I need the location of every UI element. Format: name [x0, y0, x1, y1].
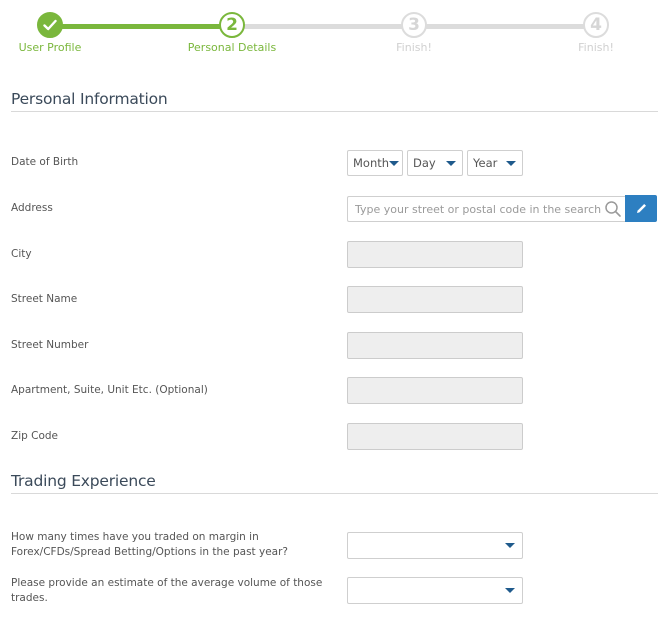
pencil-icon: [636, 204, 646, 213]
search-icon[interactable]: [604, 200, 622, 218]
trades-count-question: How many times have you traded on margin…: [11, 531, 289, 558]
step-1-label: User Profile: [18, 41, 82, 54]
step-2-circle: 2: [219, 12, 245, 38]
birth-month-value: Month: [353, 156, 390, 170]
trade-volume-question: Please provide an estimate of the averag…: [11, 577, 323, 604]
street-number-field[interactable]: [347, 332, 523, 359]
section-divider: [11, 111, 658, 112]
chevron-down-icon: [505, 543, 515, 548]
apartment-field[interactable]: [347, 377, 523, 404]
chevron-down-icon: [506, 161, 516, 166]
section-divider: [11, 493, 658, 494]
step-2-label: Personal Details: [187, 41, 277, 54]
trade-volume-select[interactable]: [347, 577, 523, 604]
step-1-circle: [37, 12, 63, 38]
address-search-input[interactable]: [347, 196, 626, 222]
street-name-label: Street Name: [11, 293, 78, 305]
chevron-down-icon: [505, 588, 515, 593]
step-4-label: Finish!: [578, 41, 614, 54]
birth-day-value: Day: [413, 156, 436, 170]
city-field[interactable]: [347, 241, 523, 268]
check-icon: [43, 19, 57, 31]
birth-month-select[interactable]: Month: [347, 150, 403, 176]
apartment-label: Apartment, Suite, Unit Etc. (Optional): [11, 384, 208, 396]
step-3-label: Finish!: [396, 41, 432, 54]
personal-information-heading: Personal Information: [11, 90, 168, 108]
progress-track-completed: [50, 24, 232, 29]
birth-year-select[interactable]: Year: [467, 150, 523, 176]
date-of-birth-label: Date of Birth: [11, 156, 79, 168]
zip-code-label: Zip Code: [11, 430, 58, 442]
birth-day-select[interactable]: Day: [407, 150, 463, 176]
step-3-circle: 3: [401, 12, 427, 38]
step-4-circle: 4: [583, 12, 609, 38]
street-number-label: Street Number: [11, 339, 89, 351]
trades-count-select[interactable]: [347, 532, 523, 559]
progress-stepper: User Profile 2 Personal Details 3 Finish…: [0, 0, 661, 62]
trading-experience-heading: Trading Experience: [11, 472, 156, 490]
chevron-down-icon: [389, 161, 399, 166]
city-label: City: [11, 248, 32, 260]
zip-code-field[interactable]: [347, 423, 523, 450]
address-label: Address: [11, 202, 53, 214]
street-name-field[interactable]: [347, 286, 523, 313]
chevron-down-icon: [446, 161, 456, 166]
birth-year-value: Year: [473, 156, 498, 170]
edit-address-button[interactable]: [625, 195, 657, 222]
